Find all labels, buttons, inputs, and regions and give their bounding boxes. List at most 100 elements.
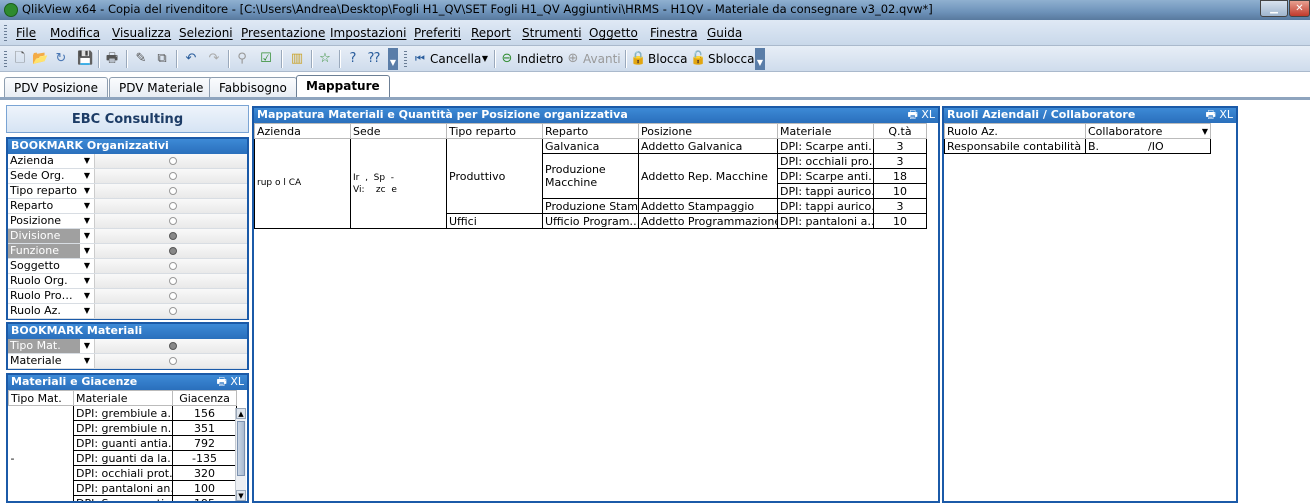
cell-materiale[interactable]: DPI: grembiule a… — [73, 405, 173, 421]
chevron-down-icon[interactable]: ▼ — [80, 244, 94, 258]
chevron-down-icon[interactable]: ▼ — [80, 354, 94, 368]
cell-qta[interactable]: 10 — [873, 213, 927, 229]
scroll-down-icon[interactable]: ▼ — [236, 490, 246, 501]
chevron-down-icon[interactable]: ▼ — [1202, 125, 1208, 138]
list-item[interactable]: Ruolo Pro… ▼ — [8, 289, 247, 304]
selections-icon[interactable]: ☑ — [258, 51, 274, 67]
avanti-button[interactable]: Avanti — [583, 52, 621, 66]
cell-materiale[interactable]: DPI: pantaloni an… — [73, 480, 173, 496]
toolbar-grip-handle[interactable] — [4, 51, 7, 67]
col-sede[interactable]: Sede — [350, 123, 447, 139]
cell-tipo-produttivo[interactable]: Produttivo — [446, 138, 543, 214]
menu-selezioni[interactable]: Selezioni — [179, 26, 233, 40]
chevron-down-icon[interactable]: ▼ — [80, 259, 94, 273]
cell-posizione[interactable]: Addetto Rep. Macchine — [638, 153, 778, 199]
cell-reparto[interactable]: Ufficio Program… — [542, 213, 639, 229]
menu-file[interactable]: File — [16, 26, 36, 40]
cell-tipo-mat[interactable]: - — [8, 405, 74, 501]
bookmark-org-listbox[interactable]: BOOKMARK Organizzativi Azienda ▼ Sede Org.… — [6, 137, 249, 320]
menu-oggetto[interactable]: Oggetto — [589, 26, 638, 40]
open-folder-icon[interactable]: 📂 — [32, 51, 48, 67]
cell-materiale[interactable]: DPI: grembiule n… — [73, 420, 173, 436]
list-item[interactable]: Funzione ▼ — [8, 244, 247, 259]
cell-giacenza[interactable]: 320 — [172, 465, 237, 481]
list-item[interactable]: Azienda ▼ — [8, 154, 247, 169]
close-button[interactable]: ✕ — [1289, 0, 1310, 17]
chevron-down-icon[interactable]: ▼ — [80, 304, 94, 318]
list-item-value-field[interactable] — [94, 289, 247, 303]
mappatura-table-box[interactable]: Mappatura Materiali e Quantità per Posiz… — [252, 106, 940, 503]
cell-giacenza[interactable]: 195 — [172, 495, 237, 501]
col-materiale[interactable]: Materiale — [777, 123, 874, 139]
minimize-button[interactable]: ▁ — [1260, 0, 1288, 17]
chevron-down-icon[interactable]: ▼ — [80, 169, 94, 183]
cell-posizione[interactable]: Addetto Stampaggio — [638, 198, 778, 214]
toolbar2-grip-handle[interactable] — [404, 51, 407, 67]
list-item[interactable]: Tipo Mat. ▼ — [8, 339, 247, 354]
list-item-value-field[interactable] — [94, 244, 247, 258]
toolbar-overflow-button[interactable]: ▼ — [388, 48, 398, 70]
bookmark-mat-listbox[interactable]: BOOKMARK Materiali Tipo Mat. ▼ Materiale ▼ — [6, 322, 249, 370]
cell-materiale[interactable]: DPI: occhiali prot… — [73, 465, 173, 481]
chevron-down-icon[interactable]: ▼ — [80, 274, 94, 288]
reload-icon[interactable]: ↻ — [53, 51, 69, 67]
cell-giacenza[interactable]: 156 — [172, 405, 237, 421]
favorite-star-icon[interactable]: ☆ — [317, 51, 333, 67]
menu-finestra[interactable]: Finestra — [650, 26, 698, 40]
chevron-down-icon[interactable]: ▼ — [80, 289, 94, 303]
list-item-value-field[interactable] — [94, 229, 247, 243]
cell-ruolo[interactable]: Responsabile contabilità e… — [944, 138, 1086, 154]
giacenze-scrollbar[interactable]: ▲ ▼ — [235, 408, 246, 501]
cancella-button[interactable]: Cancella — [430, 52, 481, 66]
cell-materiale[interactable]: DPI: occhiali pro… — [777, 153, 874, 169]
indietro-button[interactable]: Indietro — [517, 52, 563, 66]
cell-materiale[interactable]: DPI: Scarpe anti… — [777, 138, 874, 154]
chevron-down-icon[interactable]: ▼ — [80, 339, 94, 353]
menu-visualizza[interactable]: Visualizza — [112, 26, 171, 40]
cell-giacenza[interactable]: -135 — [172, 450, 237, 466]
ruoli-table-box[interactable]: Ruoli Aziendali / Collaboratore 🖶 XL Ruo… — [942, 106, 1238, 503]
cell-materiale[interactable]: DPI: guanti da la… — [73, 450, 173, 466]
col-posizione[interactable]: Posizione — [638, 123, 778, 139]
menubar-grip-handle[interactable] — [4, 25, 7, 41]
menu-presentazione[interactable]: Presentazione — [241, 26, 325, 40]
chevron-down-icon[interactable]: ▼ — [80, 214, 94, 228]
cell-collaboratore[interactable]: B. /IO — [1085, 138, 1211, 154]
undo-icon[interactable]: ↶ — [183, 51, 199, 67]
cell-posizione[interactable]: Addetto Programmazione… — [638, 213, 778, 229]
col-azienda[interactable]: Azienda — [254, 123, 351, 139]
mappatura-xl-export[interactable]: 🖶 XL — [907, 108, 935, 122]
col-collaboratore[interactable]: Collaboratore ▼ — [1085, 123, 1211, 139]
copy-icon[interactable]: ⧉ — [154, 51, 170, 67]
col-giacenza[interactable]: Giacenza — [172, 390, 237, 406]
list-item[interactable]: Soggetto ▼ — [8, 259, 247, 274]
cell-qta[interactable]: 18 — [873, 168, 927, 184]
chevron-down-icon[interactable]: ▼ — [80, 184, 94, 198]
cell-giacenza[interactable]: 100 — [172, 480, 237, 496]
giacenze-xl-export[interactable]: 🖶 XL — [216, 375, 244, 389]
cell-materiale[interactable]: DPI: Scarpe anti… — [777, 168, 874, 184]
cell-tipo-uffici[interactable]: Uffici — [446, 213, 543, 229]
chart-wizard-icon[interactable]: ▥ — [289, 51, 305, 67]
chevron-down-icon[interactable]: ▼ — [80, 229, 94, 243]
menu-report[interactable]: Report — [471, 26, 511, 40]
col-reparto[interactable]: Reparto — [542, 123, 639, 139]
list-item[interactable]: Ruolo Org. ▼ — [8, 274, 247, 289]
list-item-value-field[interactable] — [94, 214, 247, 228]
scroll-up-icon[interactable]: ▲ — [236, 408, 246, 419]
chevron-down-icon[interactable]: ▼ — [80, 154, 94, 168]
col-materiale[interactable]: Materiale — [73, 390, 173, 406]
menu-strumenti[interactable]: Strumenti — [522, 26, 582, 40]
cell-azienda[interactable]: rup o l CA — [254, 138, 351, 229]
cell-reparto[interactable]: Produzione Macchine — [542, 153, 639, 199]
cell-qta[interactable]: 3 — [873, 198, 927, 214]
menu-guida[interactable]: Guida — [707, 26, 742, 40]
context-help-icon[interactable]: ⁇ — [366, 51, 382, 67]
cell-giacenza[interactable]: 351 — [172, 420, 237, 436]
toolbar2-overflow-button[interactable]: ▼ — [755, 48, 765, 70]
cancella-dropdown-icon[interactable]: ▼ — [477, 51, 493, 67]
blocca-button[interactable]: Blocca — [648, 52, 687, 66]
list-item-value-field[interactable] — [94, 169, 247, 183]
cell-materiale[interactable]: DPI: guanti antia… — [73, 435, 173, 451]
scroll-thumb[interactable] — [237, 421, 245, 476]
